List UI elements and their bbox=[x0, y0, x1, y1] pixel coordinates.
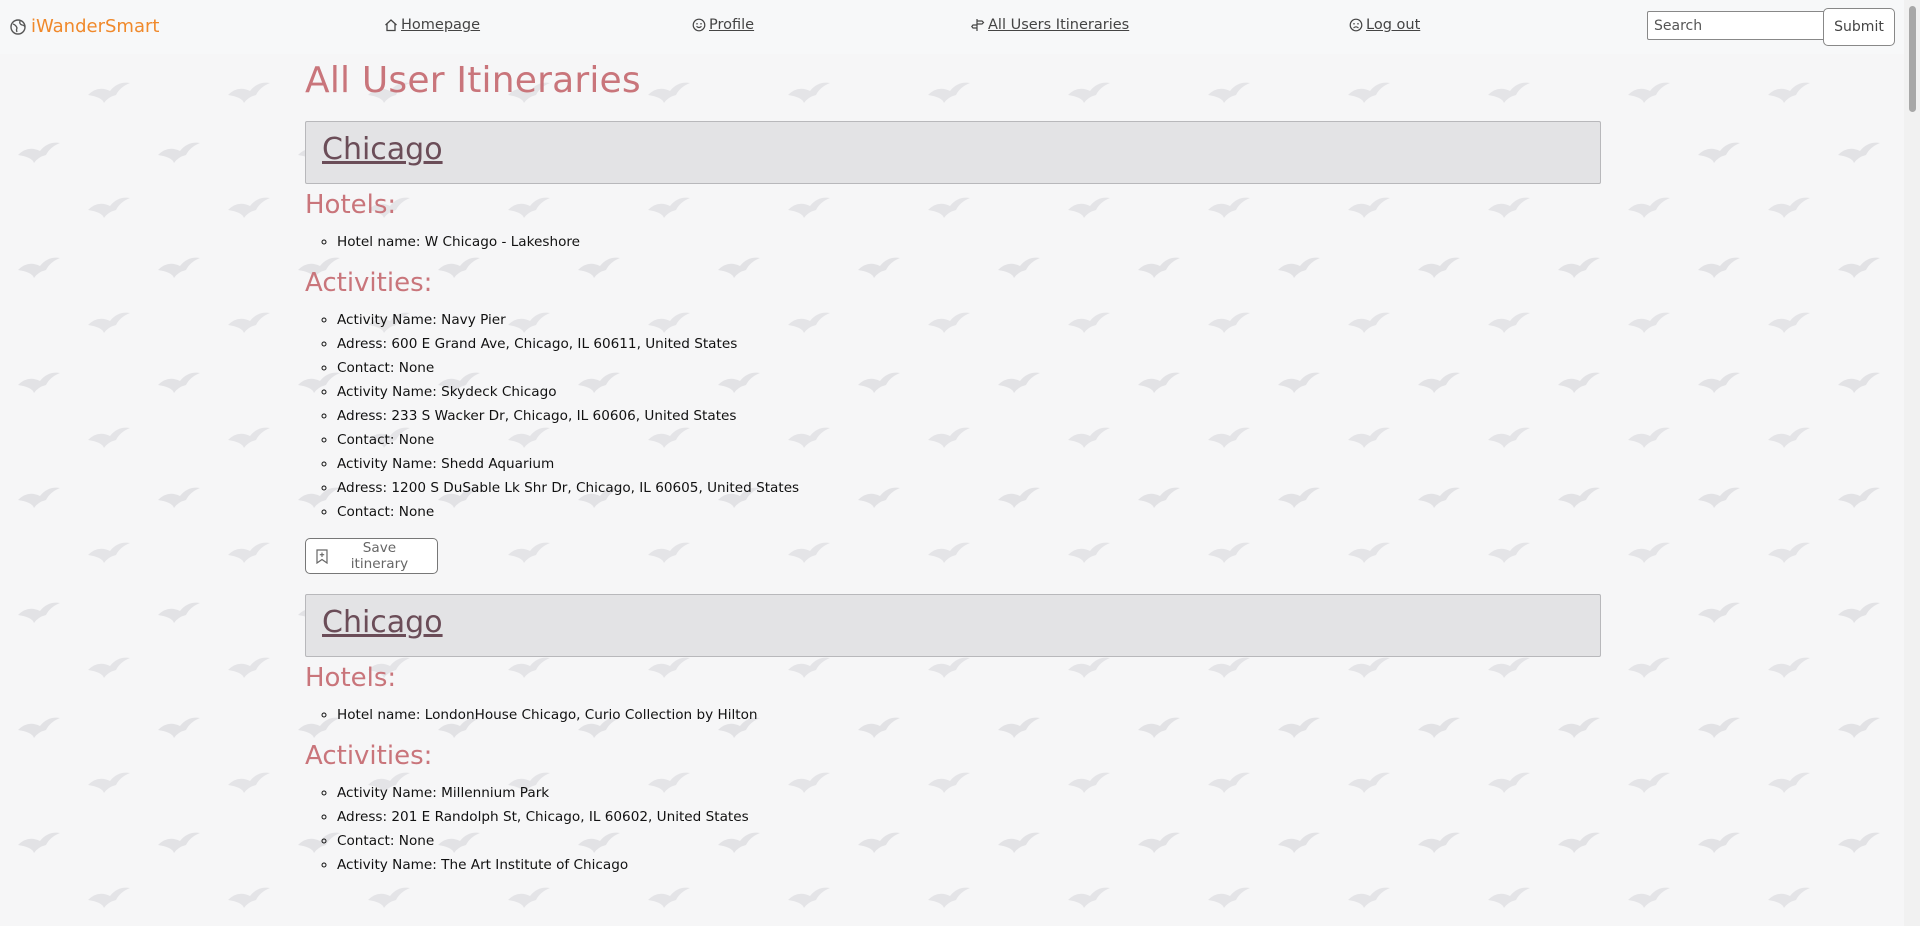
list-item: Contact: None bbox=[337, 829, 1601, 853]
brand-link[interactable]: iWanderSmart bbox=[10, 16, 159, 37]
smiley-icon bbox=[692, 18, 706, 32]
list-item: Contact: None bbox=[337, 356, 1601, 380]
itinerary-card: Chicago Hotels: Hotel name: W Chicago - … bbox=[305, 121, 1601, 574]
signpost-icon bbox=[971, 19, 985, 31]
itinerary-card: Chicago Hotels: Hotel name: LondonHouse … bbox=[305, 594, 1601, 877]
list-item: Activity Name: Shedd Aquarium bbox=[337, 452, 1601, 476]
nav-profile-label: Profile bbox=[709, 17, 755, 33]
globe-icon bbox=[10, 18, 26, 35]
hotels-list: Hotel name: LondonHouse Chicago, Curio C… bbox=[305, 703, 1601, 727]
search-input[interactable] bbox=[1647, 11, 1828, 40]
nav-homepage[interactable]: Homepage bbox=[384, 17, 480, 33]
list-item: Hotel name: LondonHouse Chicago, Curio C… bbox=[337, 703, 1601, 727]
list-item: Activity Name: Navy Pier bbox=[337, 308, 1601, 332]
list-item: Activity Name: Millennium Park bbox=[337, 781, 1601, 805]
itinerary-header: Chicago bbox=[305, 121, 1601, 184]
hotels-list: Hotel name: W Chicago - Lakeshore bbox=[305, 230, 1601, 254]
hotels-heading: Hotels: bbox=[305, 663, 397, 693]
list-item: Hotel name: W Chicago - Lakeshore bbox=[337, 230, 1601, 254]
list-item: Activity Name: Skydeck Chicago bbox=[337, 380, 1601, 404]
list-item: Adress: 201 E Randolph St, Chicago, IL 6… bbox=[337, 805, 1601, 829]
activities-list: Activity Name: Millennium Park Adress: 2… bbox=[305, 781, 1601, 877]
save-itinerary-button[interactable]: Save itinerary bbox=[305, 538, 438, 574]
nav-homepage-label: Homepage bbox=[401, 17, 481, 33]
nav-all-users-itineraries-label: All Users Itineraries bbox=[988, 17, 1130, 33]
scrollbar-thumb[interactable] bbox=[1909, 6, 1916, 112]
top-navbar: iWanderSmart Homepage Profile All Users … bbox=[0, 0, 1920, 54]
save-itinerary-label: Save itinerary bbox=[350, 540, 409, 572]
nav-all-users-itineraries[interactable]: All Users Itineraries bbox=[971, 17, 1129, 33]
activities-heading: Activities: bbox=[305, 741, 433, 771]
city-link[interactable]: Chicago bbox=[322, 605, 443, 640]
bookmark-icon bbox=[316, 548, 328, 564]
list-item: Adress: 600 E Grand Ave, Chicago, IL 606… bbox=[337, 332, 1601, 356]
city-link[interactable]: Chicago bbox=[322, 132, 443, 167]
hotels-heading: Hotels: bbox=[305, 190, 397, 220]
house-icon bbox=[385, 19, 397, 32]
brand-name: iWanderSmart bbox=[31, 16, 160, 37]
page-scrollbar[interactable] bbox=[1904, 0, 1920, 926]
activities-heading: Activities: bbox=[305, 268, 433, 298]
nav-log-out-label: Log out bbox=[1366, 17, 1421, 33]
list-item: Contact: None bbox=[337, 500, 1601, 524]
itinerary-header: Chicago bbox=[305, 594, 1601, 657]
search-submit-button[interactable]: Submit bbox=[1823, 8, 1895, 46]
list-item: Adress: 1200 S DuSable Lk Shr Dr, Chicag… bbox=[337, 476, 1601, 500]
nav-profile[interactable]: Profile bbox=[692, 17, 754, 33]
list-item: Activity Name: The Art Institute of Chic… bbox=[337, 853, 1601, 877]
list-item: Contact: None bbox=[337, 428, 1601, 452]
main-content: All User Itineraries Chicago Hotels: Hot… bbox=[305, 54, 1601, 877]
sad-face-icon bbox=[1349, 18, 1363, 32]
activities-list: Activity Name: Navy Pier Adress: 600 E G… bbox=[305, 308, 1601, 524]
list-item: Adress: 233 S Wacker Dr, Chicago, IL 606… bbox=[337, 404, 1601, 428]
page-title: All User Itineraries bbox=[305, 60, 641, 101]
nav-log-out[interactable]: Log out bbox=[1349, 17, 1420, 33]
